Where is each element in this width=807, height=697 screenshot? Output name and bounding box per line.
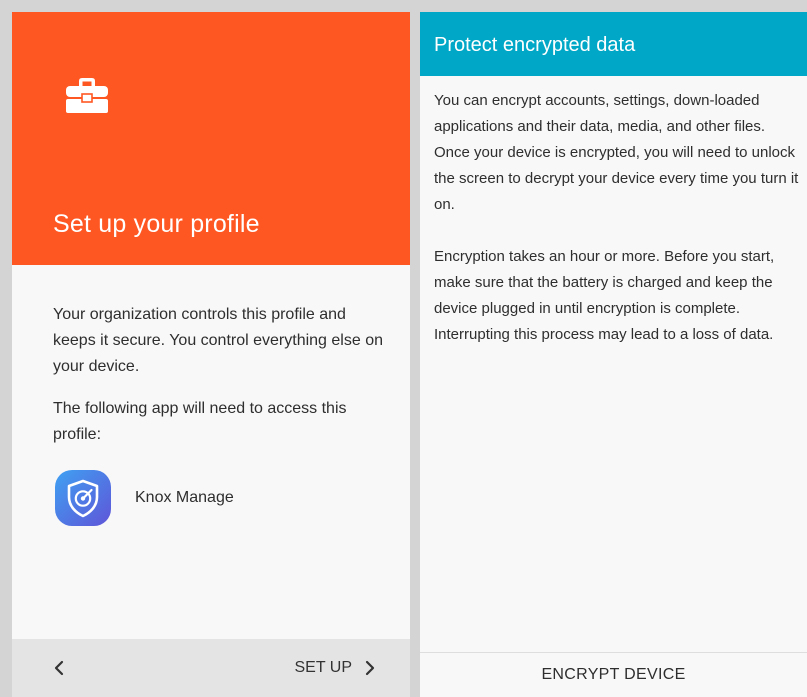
setup-button-label: SET UP <box>294 659 353 676</box>
setup-button[interactable]: SET UP <box>295 655 377 681</box>
bottom-navigation: SET UP <box>12 639 410 697</box>
app-name: Knox Manage <box>135 489 234 506</box>
back-button[interactable] <box>46 655 72 681</box>
profile-header: Set up your profile <box>12 12 410 265</box>
briefcase-icon <box>66 78 108 113</box>
chevron-left-icon <box>54 660 64 676</box>
encryption-warning-text: Encryption takes an hour or more. Before… <box>434 248 775 343</box>
chevron-right-icon <box>365 660 375 676</box>
knox-shield-icon <box>55 470 111 526</box>
page-title: Protect encrypted data <box>434 34 636 56</box>
profile-description-text: Your organization controls this profile … <box>53 306 383 375</box>
page-title: Set up your profile <box>53 210 260 238</box>
encryption-info-text: You can encrypt accounts, settings, down… <box>434 92 799 213</box>
encryption-header: Protect encrypted data <box>420 12 807 76</box>
app-access-text: The following app will need to access th… <box>53 400 347 443</box>
app-list-item: Knox Manage <box>55 470 234 526</box>
encryption-description: You can encrypt accounts, settings, down… <box>434 88 804 374</box>
encryption-screen: Protect encrypted data You can encrypt a… <box>420 12 807 697</box>
encrypt-device-button[interactable]: ENCRYPT DEVICE <box>420 653 807 697</box>
profile-setup-screen: Set up your profile Your organization co… <box>12 12 410 697</box>
profile-description: Your organization controls this profile … <box>53 302 383 464</box>
encryption-footer: ENCRYPT DEVICE <box>420 652 807 697</box>
